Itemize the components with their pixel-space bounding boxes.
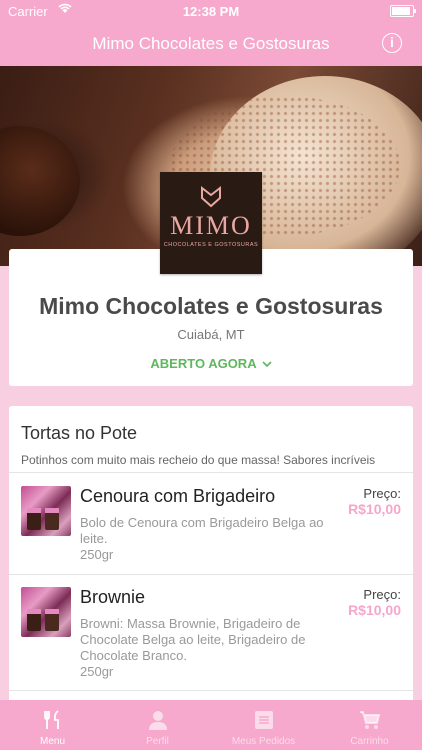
fork-knife-icon [0, 709, 105, 731]
tab-cart[interactable]: Carrinho [317, 700, 422, 750]
item-description: Bolo de Cenoura com Brigadeiro Belga ao … [80, 515, 324, 546]
nav-title: Mimo Chocolates e Gostosuras [92, 34, 330, 53]
divider [9, 574, 413, 575]
tab-label: Meus Pedidos [231, 736, 296, 747]
item-name: Cenoura com Brigadeiro [80, 486, 276, 506]
chevron-down-icon [262, 356, 272, 371]
tab-menu[interactable]: Menu [0, 700, 105, 750]
item-thumbnail [21, 587, 71, 637]
item-size: 250gr [80, 547, 114, 562]
price-label: Preço: [363, 486, 401, 501]
store-open-status[interactable]: ABERTO AGORA [0, 356, 422, 371]
item-thumbnail [21, 486, 71, 536]
tab-bar: Menu Perfil Meus Pedidos Carrinho [0, 700, 422, 750]
battery-icon [390, 5, 416, 17]
store-name: Mimo Chocolates e Gostosuras [39, 293, 383, 319]
store-logo: MIMO CHOCOLATES E GOSTOSURAS [160, 172, 262, 274]
tab-profile[interactable]: Perfil [105, 700, 210, 750]
open-status-label: ABERTO AGORA [150, 356, 257, 371]
item-description: Browni: Massa Brownie, Brigadeiro de Cho… [80, 616, 306, 663]
tab-label: Menu [39, 736, 65, 747]
status-bar: Carrier 12:38 PM [0, 0, 422, 22]
item-price: R$10,00 [348, 501, 401, 517]
category-title: Tortas no Pote [21, 423, 138, 443]
price-label: Preço: [363, 587, 401, 602]
clock: 12:38 PM [182, 4, 240, 19]
person-icon [105, 709, 210, 731]
logo-tagline: CHOCOLATES E GOSTOSURAS [164, 242, 258, 248]
info-icon[interactable]: i [382, 33, 402, 53]
divider [9, 690, 413, 691]
tab-orders[interactable]: Meus Pedidos [211, 700, 316, 750]
logo-text: MIMO [170, 211, 252, 240]
list-icon [211, 709, 316, 731]
navigation-bar: Mimo Chocolates e Gostosuras i [0, 22, 422, 66]
category-description: Potinhos com muito mais recheio do que m… [21, 453, 376, 467]
item-name: Brownie [80, 587, 146, 607]
store-city: Cuiabá, MT [177, 327, 245, 342]
cart-icon [317, 709, 422, 731]
item-size: 250gr [80, 664, 114, 679]
tab-label: Perfil [146, 736, 169, 747]
divider [9, 472, 413, 473]
tab-label: Carrinho [350, 736, 389, 747]
item-price: R$10,00 [348, 602, 401, 618]
